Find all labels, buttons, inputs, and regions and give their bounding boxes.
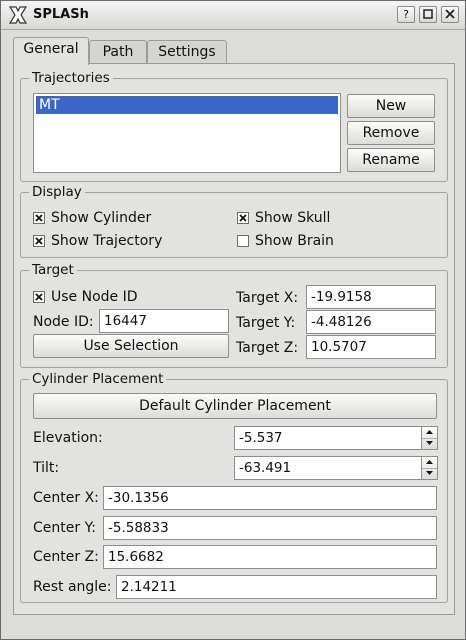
use-node-id-label: Use Node ID [51,289,138,305]
use-selection-button[interactable]: Use Selection [33,334,229,358]
show-trajectory-label: Show Trajectory [51,233,163,249]
target-title: Target [29,262,77,278]
display-title: Display [29,184,85,200]
arrow-up-icon [426,430,433,434]
arrow-down-icon [426,471,433,475]
rename-trajectory-button[interactable]: Rename [347,148,435,172]
help-button[interactable]: ? [397,6,415,23]
cylinder-placement-title: Cylinder Placement [29,371,167,387]
rest-angle-label: Rest angle: [33,579,112,595]
close-icon [445,9,455,19]
node-id-label: Node ID: [33,314,94,330]
maximize-button[interactable] [419,6,437,23]
target-z-label: Target Z: [236,340,299,356]
elevation-spinbox[interactable]: -5.537 [234,426,438,450]
general-tab-panel: Trajectories MT New Remove Rename Displa… [13,63,455,615]
target-x-label: Target X: [236,290,299,306]
tilt-spin-buttons[interactable] [421,457,437,479]
checkbox-checked[interactable] [33,291,45,303]
elevation-label: Elevation: [33,430,103,446]
check-mark-icon [35,237,43,245]
center-x-label: Center X: [33,490,99,506]
show-brain-label: Show Brain [255,233,334,249]
x-logo-icon [8,6,28,24]
center-y-label: Center Y: [33,520,96,536]
tab-settings[interactable]: Settings [147,40,227,64]
maximize-icon [423,9,433,19]
default-cylinder-placement-button[interactable]: Default Cylinder Placement [33,393,437,419]
close-button[interactable] [441,6,459,23]
tilt-label: Tilt: [33,460,60,476]
checkbox-unchecked[interactable] [237,235,249,247]
target-y-field[interactable]: -4.48126 [306,310,436,334]
checkbox-checked[interactable] [237,212,249,224]
target-y-label: Target Y: [236,315,296,331]
spin-down-button[interactable] [422,468,437,479]
window-title: SPLASh [33,7,89,22]
target-z-field[interactable]: 10.5707 [306,335,436,359]
trajectories-group: Trajectories MT New Remove Rename [20,70,448,182]
show-cylinder-label: Show Cylinder [51,210,152,226]
center-z-field[interactable]: 15.6682 [103,545,437,569]
arrow-down-icon [426,441,433,445]
tilt-value: -63.491 [239,460,292,476]
title-bar[interactable]: SPLASh ? [1,1,465,30]
list-item[interactable]: MT [36,96,338,114]
arrow-up-icon [426,460,433,464]
tilt-spinbox[interactable]: -63.491 [234,456,438,480]
center-x-field[interactable]: -30.1356 [103,486,437,510]
cylinder-placement-group: Cylinder Placement Default Cylinder Plac… [20,371,448,603]
tab-general[interactable]: General [13,37,89,65]
trajectories-title: Trajectories [29,70,113,86]
show-skull-label: Show Skull [255,210,331,226]
new-trajectory-button[interactable]: New [347,94,435,118]
rest-angle-field[interactable]: 2.14211 [116,575,437,599]
target-group: Target Use Node ID Node ID: 16447 Use Se… [20,262,448,368]
tab-path[interactable]: Path [89,40,147,64]
node-id-field[interactable]: 16447 [99,309,229,333]
check-mark-icon [239,214,247,222]
target-x-field[interactable]: -19.9158 [306,285,436,309]
check-mark-icon [35,214,43,222]
center-y-field[interactable]: -5.58833 [103,516,437,540]
splash-window: SPLASh ? General Path Settings Trajector… [0,0,466,640]
check-mark-icon [35,293,43,301]
spin-down-button[interactable] [422,438,437,449]
trajectory-list[interactable]: MT [33,93,341,173]
center-z-label: Center Z: [33,549,99,565]
checkbox-checked[interactable] [33,235,45,247]
display-group: Display Show Cylinder Show Trajectory Sh… [20,184,448,258]
checkbox-checked[interactable] [33,212,45,224]
remove-trajectory-button[interactable]: Remove [347,121,435,145]
elevation-value: -5.537 [239,430,283,446]
elevation-spin-buttons[interactable] [421,427,437,449]
